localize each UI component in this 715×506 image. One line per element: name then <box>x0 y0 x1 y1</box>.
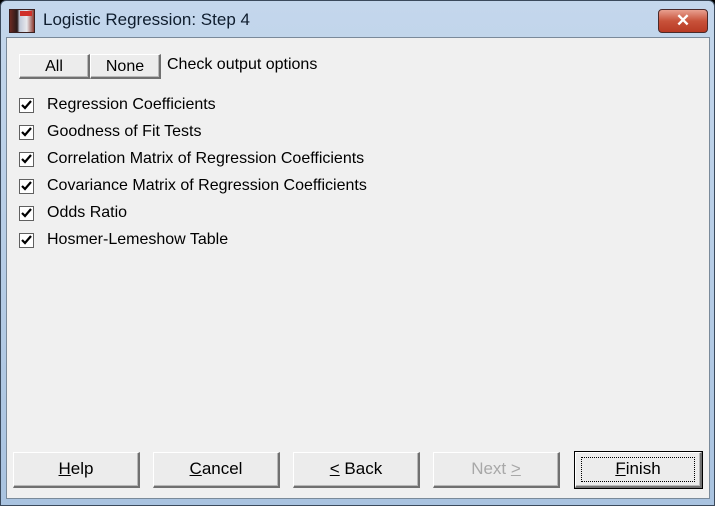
option-label: Hosmer-Lemeshow Table <box>47 231 229 248</box>
checkmark-icon <box>21 153 32 164</box>
checkmark-icon <box>21 234 32 245</box>
window-title: Logistic Regression: Step 4 <box>43 10 250 29</box>
option-covariance-matrix[interactable]: Covariance Matrix of Regression Coeffici… <box>19 175 367 197</box>
option-label: Covariance Matrix of Regression Coeffici… <box>47 177 367 194</box>
checkmark-icon <box>21 99 32 110</box>
option-label: Correlation Matrix of Regression Coeffic… <box>47 150 365 167</box>
back-button[interactable]: < Back <box>293 452 420 488</box>
checkmark-icon <box>21 180 32 191</box>
checkmark-icon <box>21 126 32 137</box>
button-label: Next <box>471 459 511 478</box>
title-bar[interactable]: Logistic Regression: Step 4 ✕ <box>1 1 714 37</box>
close-button[interactable]: ✕ <box>658 9 708 33</box>
option-goodness-of-fit-tests[interactable]: Goodness of Fit Tests <box>19 121 201 143</box>
option-regression-coefficients[interactable]: Regression Coefficients <box>19 94 216 116</box>
none-button[interactable]: None <box>90 54 161 79</box>
button-label: elp <box>70 459 94 478</box>
app-icon[interactable] <box>9 9 35 33</box>
checkbox[interactable] <box>19 178 34 194</box>
checkbox[interactable] <box>19 97 34 113</box>
checkbox[interactable] <box>19 124 34 140</box>
option-label: Goodness of Fit Tests <box>47 123 202 140</box>
dialog-body: All None Check output options Regression… <box>6 37 710 499</box>
mnemonic: < <box>329 459 340 478</box>
help-button[interactable]: Help <box>13 452 140 488</box>
mnemonic: H <box>58 459 71 478</box>
button-label: Back <box>339 459 383 478</box>
mnemonic: > <box>510 459 521 478</box>
all-button[interactable]: All <box>19 54 90 79</box>
focus-rectangle <box>581 457 695 482</box>
cancel-button[interactable]: Cancel <box>153 452 280 488</box>
button-label: ancel <box>201 459 243 478</box>
option-odds-ratio[interactable]: Odds Ratio <box>19 202 127 224</box>
close-x-icon: ✕ <box>675 11 691 30</box>
instruction-label: Check output options <box>167 56 318 73</box>
option-correlation-matrix[interactable]: Correlation Matrix of Regression Coeffic… <box>19 148 364 170</box>
checkbox[interactable] <box>19 151 34 167</box>
checkmark-icon <box>21 207 32 218</box>
mnemonic: C <box>189 459 202 478</box>
option-hosmer-lemeshow-table[interactable]: Hosmer-Lemeshow Table <box>19 229 228 251</box>
option-label: Odds Ratio <box>47 204 128 221</box>
checkbox[interactable] <box>19 205 34 221</box>
dialog-window: Logistic Regression: Step 4 ✕ All None C… <box>0 0 715 506</box>
next-button[interactable]: Next > <box>433 452 560 488</box>
finish-button[interactable]: Finish <box>574 451 703 489</box>
checkbox[interactable] <box>19 232 34 248</box>
option-label: Regression Coefficients <box>47 96 216 113</box>
